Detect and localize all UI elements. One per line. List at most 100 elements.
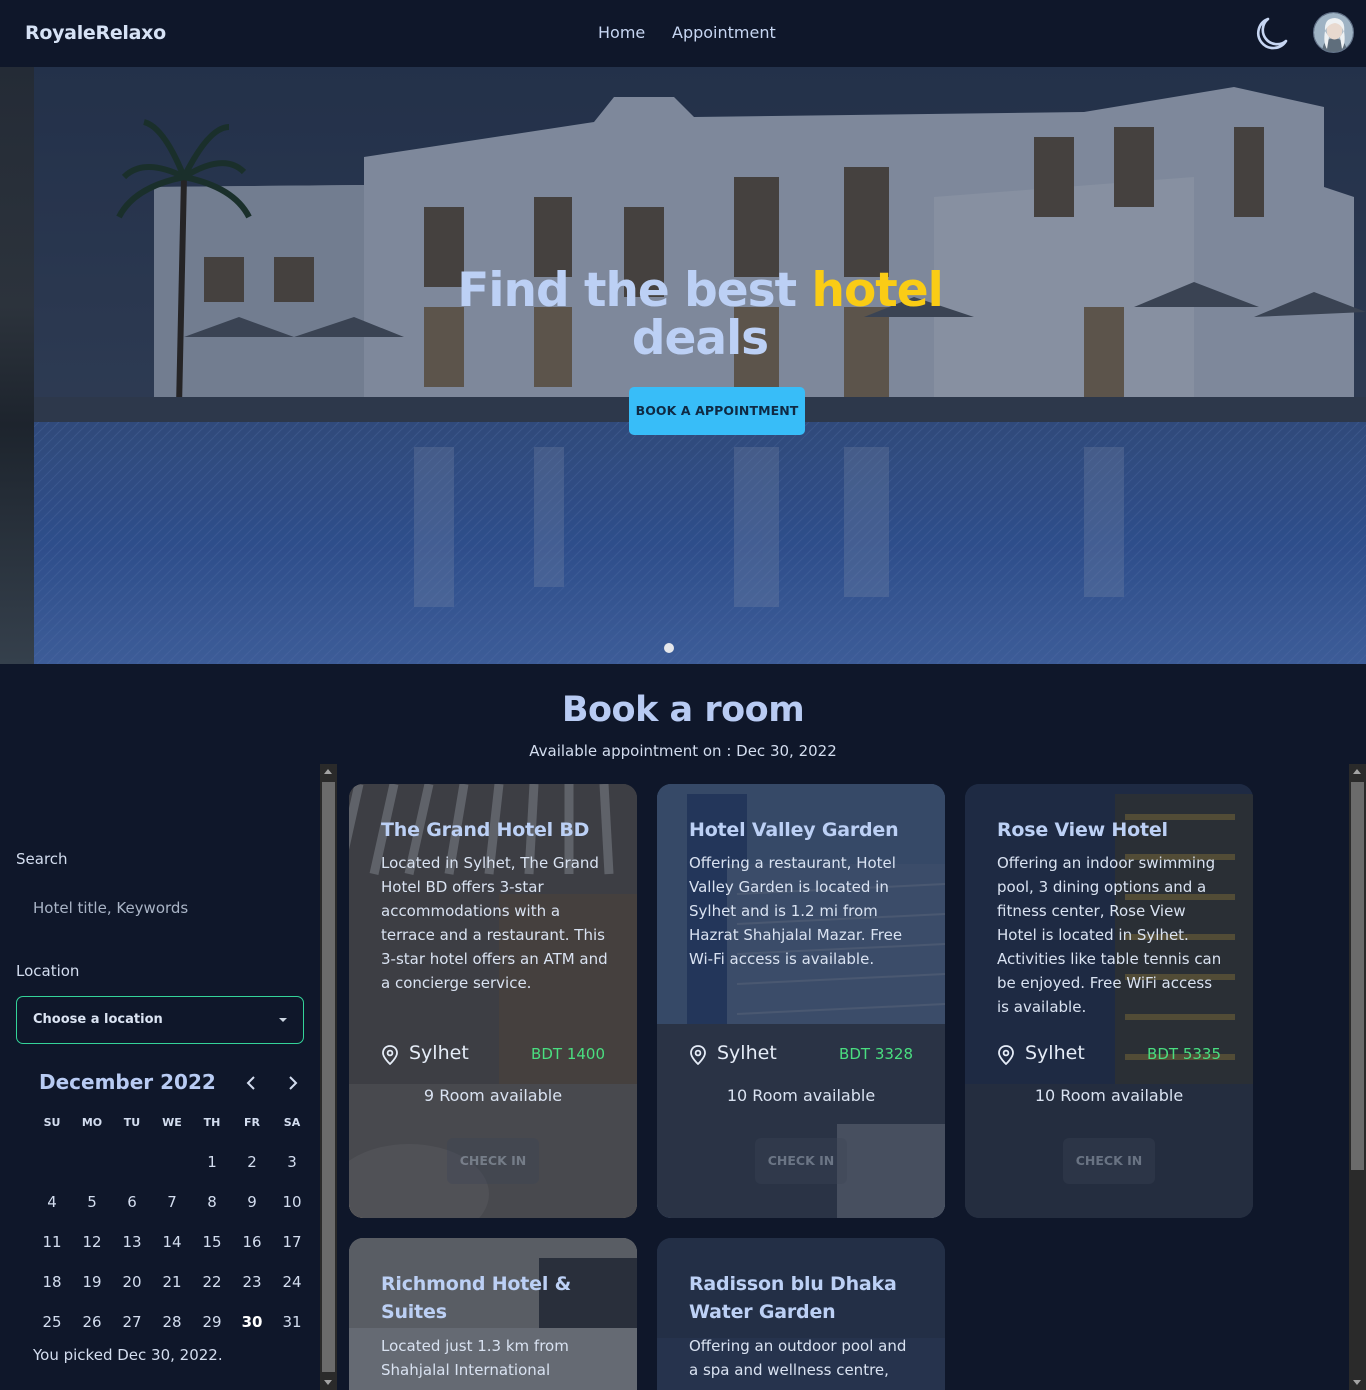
calendar-day-selected[interactable]: 30 bbox=[232, 1302, 272, 1342]
calendar-weekday: SU bbox=[43, 1116, 61, 1129]
calendar-month-label: December 2022 bbox=[39, 1070, 216, 1094]
scroll-down-arrow-icon[interactable] bbox=[320, 1374, 337, 1390]
moon-icon[interactable] bbox=[1250, 14, 1290, 54]
carousel-indicator-dot[interactable] bbox=[664, 643, 674, 653]
calendar-day[interactable]: 17 bbox=[272, 1222, 312, 1262]
sidebar-scrollbar[interactable] bbox=[320, 764, 337, 1390]
rooms-available: 10 Room available bbox=[1034, 1086, 1184, 1105]
location-label: Location bbox=[16, 962, 80, 980]
calendar-day[interactable]: 8 bbox=[192, 1182, 232, 1222]
hero-carousel: Find the best hotel deals BOOK A APPOINT… bbox=[0, 67, 1366, 664]
calendar-day[interactable]: 26 bbox=[72, 1302, 112, 1342]
hotel-price: BDT 1400 bbox=[531, 1045, 605, 1063]
check-in-button[interactable]: CHECK IN bbox=[1063, 1138, 1155, 1184]
check-in-button[interactable]: CHECK IN bbox=[447, 1138, 539, 1184]
calendar-day[interactable]: 25 bbox=[32, 1302, 72, 1342]
hotel-card: Rose View Hotel Offering an indoor swimm… bbox=[965, 784, 1253, 1218]
calendar-day[interactable]: 6 bbox=[112, 1182, 152, 1222]
calendar-day[interactable]: 3 bbox=[272, 1142, 312, 1182]
calendar-day[interactable]: 12 bbox=[72, 1222, 112, 1262]
calendar-weekday: WE bbox=[162, 1116, 182, 1129]
calendar-day[interactable]: 22 bbox=[192, 1262, 232, 1302]
hotel-title[interactable]: Rose View Hotel bbox=[997, 816, 1227, 844]
hotel-location-name: Sylhet bbox=[1025, 1042, 1085, 1064]
chevron-left-icon[interactable] bbox=[239, 1070, 263, 1096]
calendar-day[interactable]: 5 bbox=[72, 1182, 112, 1222]
scrollbar-thumb[interactable] bbox=[322, 782, 335, 1372]
brand-logo[interactable]: RoyaleRelaxo bbox=[25, 22, 166, 44]
hotel-title[interactable]: Radisson blu Dhaka Water Garden bbox=[689, 1270, 919, 1326]
hotel-description: Located in Sylhet, The Grand Hotel BD of… bbox=[381, 854, 608, 992]
calendar-day[interactable]: 16 bbox=[232, 1222, 272, 1262]
scroll-up-arrow-icon[interactable] bbox=[320, 764, 337, 780]
calendar-day[interactable]: 20 bbox=[112, 1262, 152, 1302]
calendar-day[interactable]: 14 bbox=[152, 1222, 192, 1262]
location-select[interactable]: Choose a location bbox=[16, 996, 304, 1044]
calendar-day[interactable]: 10 bbox=[272, 1182, 312, 1222]
previous-slide-edge bbox=[0, 67, 34, 664]
section-title: Book a room bbox=[561, 690, 805, 730]
rooms-available: 10 Room available bbox=[726, 1086, 876, 1105]
hotel-location-name: Sylhet bbox=[717, 1042, 777, 1064]
chevron-down-icon bbox=[279, 1018, 287, 1022]
calendar-day[interactable]: 1 bbox=[192, 1142, 232, 1182]
hotel-card: Radisson blu Dhaka Water Garden Offering… bbox=[657, 1238, 945, 1390]
hotel-description: Offering a restaurant, Hotel Valley Gard… bbox=[689, 854, 903, 968]
check-in-button[interactable]: CHECK IN bbox=[755, 1138, 847, 1184]
calendar-day[interactable]: 2 bbox=[232, 1142, 272, 1182]
calendar-day[interactable]: 4 bbox=[32, 1182, 72, 1222]
calendar-day[interactable]: 13 bbox=[112, 1222, 152, 1262]
hero-headline-accent: hotel bbox=[811, 263, 943, 318]
calendar-day[interactable]: 24 bbox=[272, 1262, 312, 1302]
calendar-day[interactable]: 23 bbox=[232, 1262, 272, 1302]
hotel-title[interactable]: Hotel Valley Garden bbox=[689, 816, 919, 844]
available-date-text: Available appointment on : Dec 30, 2022 bbox=[529, 742, 837, 760]
user-avatar[interactable] bbox=[1313, 12, 1354, 53]
hotel-title[interactable]: The Grand Hotel BD bbox=[381, 816, 611, 844]
calendar-day[interactable]: 27 bbox=[112, 1302, 152, 1342]
hotel-description: Offering an outdoor pool and a spa and w… bbox=[689, 1337, 907, 1379]
calendar-weekday: FR bbox=[244, 1116, 260, 1129]
hotel-card: The Grand Hotel BD Located in Sylhet, Th… bbox=[349, 784, 637, 1218]
hotel-location-name: Sylhet bbox=[409, 1042, 469, 1064]
hotel-description: Located just 1.3 km from Shahjalal Inter… bbox=[381, 1337, 569, 1379]
cards-scrollbar[interactable] bbox=[1349, 764, 1366, 1390]
search-input[interactable] bbox=[16, 890, 304, 926]
hero-headline: Find the best hotel deals bbox=[457, 263, 943, 366]
hotel-title[interactable]: Richmond Hotel & Suites bbox=[381, 1270, 611, 1326]
calendar-weekday: TH bbox=[203, 1116, 221, 1129]
calendar-day[interactable]: 29 bbox=[192, 1302, 232, 1342]
hotel-price: BDT 3328 bbox=[839, 1045, 913, 1063]
calendar-day[interactable]: 15 bbox=[192, 1222, 232, 1262]
search-label: Search bbox=[16, 850, 68, 868]
location-pin-icon bbox=[998, 1045, 1014, 1065]
calendar-day[interactable]: 9 bbox=[232, 1182, 272, 1222]
calendar-weekday: TU bbox=[123, 1116, 141, 1129]
nav-appointment-link[interactable]: Appointment bbox=[672, 23, 776, 42]
calendar-day[interactable]: 7 bbox=[152, 1182, 192, 1222]
calendar-day[interactable]: 31 bbox=[272, 1302, 312, 1342]
location-select-value: Choose a location bbox=[33, 1012, 163, 1027]
hotel-card: Hotel Valley Garden Offering a restauran… bbox=[657, 784, 945, 1218]
book-appointment-button[interactable]: BOOK A APPOINTMENT bbox=[629, 387, 805, 435]
scroll-up-arrow-icon[interactable] bbox=[1349, 764, 1366, 780]
calendar-weekday: SA bbox=[283, 1116, 301, 1129]
calendar-day[interactable]: 21 bbox=[152, 1262, 192, 1302]
hotel-price: BDT 5335 bbox=[1147, 1045, 1221, 1063]
calendar-weekday: MO bbox=[81, 1116, 103, 1129]
calendar-day[interactable]: 18 bbox=[32, 1262, 72, 1302]
calendar-day[interactable]: 19 bbox=[72, 1262, 112, 1302]
scrollbar-thumb[interactable] bbox=[1351, 782, 1364, 1170]
calendar-day[interactable]: 28 bbox=[152, 1302, 192, 1342]
scroll-down-arrow-icon[interactable] bbox=[1349, 1374, 1366, 1390]
picked-date-text: You picked Dec 30, 2022. bbox=[33, 1346, 223, 1364]
location-pin-icon bbox=[382, 1045, 398, 1065]
top-navbar: RoyaleRelaxo Home Appointment bbox=[0, 0, 1366, 67]
nav-home-link[interactable]: Home bbox=[598, 23, 645, 42]
calendar-day[interactable]: 11 bbox=[32, 1222, 72, 1262]
hotel-description: Offering an indoor swimming pool, 3 dini… bbox=[997, 854, 1222, 1016]
chevron-right-icon[interactable] bbox=[281, 1070, 305, 1096]
location-pin-icon bbox=[690, 1045, 706, 1065]
hotel-card: Richmond Hotel & Suites Located just 1.3… bbox=[349, 1238, 637, 1390]
rooms-available: 9 Room available bbox=[423, 1086, 563, 1105]
